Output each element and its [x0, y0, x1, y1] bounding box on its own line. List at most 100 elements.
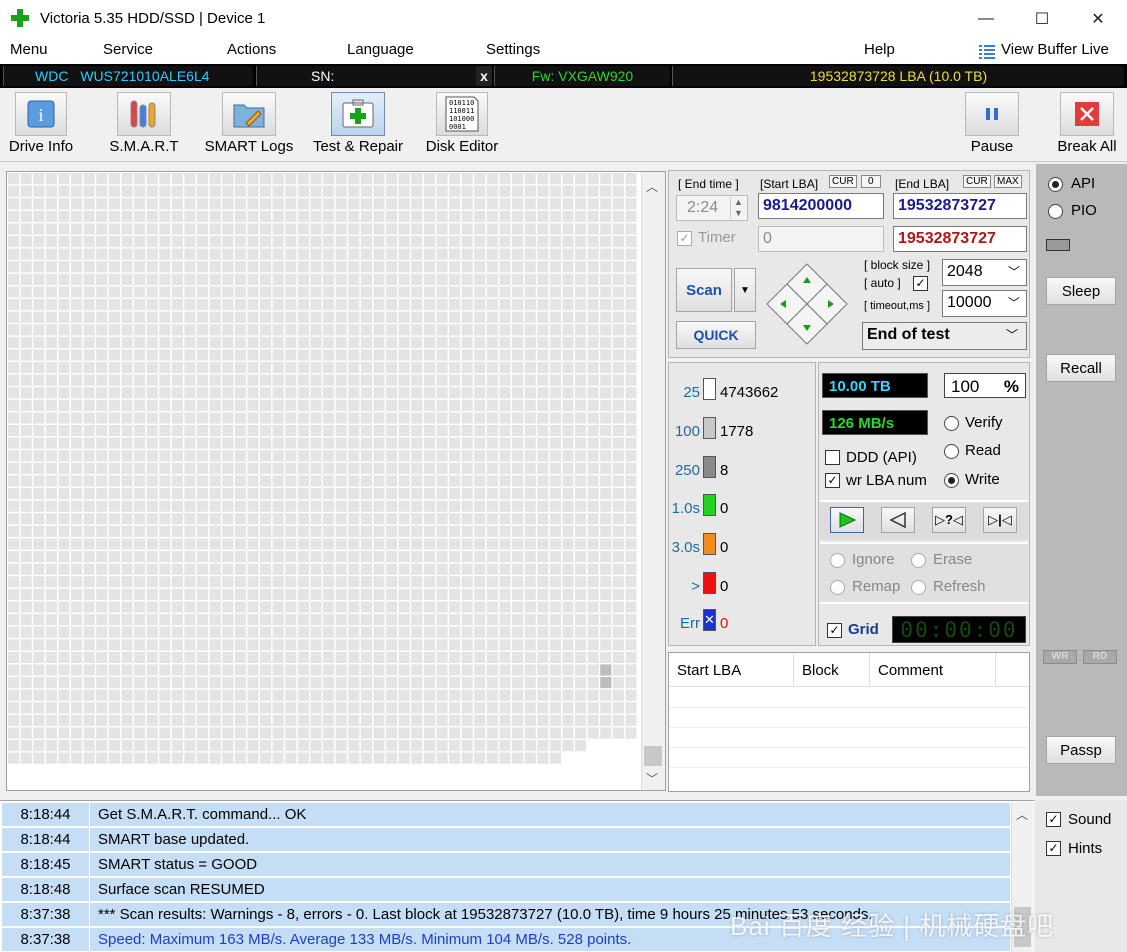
disk-editor-button[interactable]: 010110 110011 101000 0001 Disk Editor: [422, 92, 502, 158]
scan-block: [423, 185, 435, 197]
pio-radio[interactable]: [1048, 204, 1063, 219]
play-icon[interactable]: [830, 507, 864, 533]
hints-checkbox[interactable]: ✓: [1046, 841, 1061, 856]
scan-block: [587, 273, 599, 285]
test-repair-button[interactable]: Test & Repair: [310, 92, 406, 158]
menu-menu[interactable]: Menu: [10, 41, 48, 58]
scan-block: [272, 336, 284, 348]
grid-checkbox[interactable]: ✓: [827, 623, 842, 638]
scan-block: [335, 248, 347, 260]
scan-block: [549, 248, 561, 260]
scan-block: [423, 563, 435, 575]
scroll-up-icon[interactable]: ︿: [1016, 806, 1028, 823]
view-buffer-live[interactable]: View Buffer Live: [1001, 41, 1109, 58]
scroll-up-icon[interactable]: ︿: [646, 178, 658, 195]
erase-radio[interactable]: [911, 553, 926, 568]
end-lba-cur-button[interactable]: CUR: [963, 175, 991, 188]
scan-block: [121, 752, 133, 764]
end-lba-max-button[interactable]: MAX: [994, 175, 1022, 188]
scroll-down-icon[interactable]: ﹀: [646, 770, 658, 787]
passp-button[interactable]: Passp: [1046, 736, 1116, 764]
minimize-button[interactable]: —: [958, 0, 1014, 38]
drive-model-segment[interactable]: WDC WUS721010ALE6L4: [3, 66, 253, 86]
menu-help[interactable]: Help: [864, 41, 895, 58]
scan-block: [108, 236, 120, 248]
refresh-radio[interactable]: [911, 580, 926, 595]
timer-checkbox[interactable]: ✓: [677, 231, 692, 246]
drive-close-button[interactable]: x: [476, 66, 492, 86]
scan-block: [58, 273, 70, 285]
smart-button[interactable]: S.M.A.R.T: [104, 92, 184, 158]
block-size-select[interactable]: 2048 ﹀: [942, 259, 1027, 286]
drive-info-button[interactable]: i Drive Info: [6, 92, 76, 158]
pause-button[interactable]: Pause: [962, 92, 1022, 158]
scan-block: [612, 450, 624, 462]
maximize-button[interactable]: ☐: [1014, 0, 1070, 38]
direction-pad[interactable]: [764, 261, 850, 347]
seek-unknown-icon[interactable]: ▷?◁: [932, 507, 966, 533]
scan-block: [159, 538, 171, 550]
api-radio[interactable]: [1048, 177, 1063, 192]
scan-block: [33, 500, 45, 512]
scan-block: [499, 576, 511, 588]
remap-radio[interactable]: [830, 580, 845, 595]
legend-label: Err: [680, 615, 700, 632]
scan-block: [348, 236, 360, 248]
menu-language[interactable]: Language: [347, 41, 414, 58]
menu-settings[interactable]: Settings: [486, 41, 540, 58]
break-all-button[interactable]: Break All: [1055, 92, 1119, 158]
scan-block: [297, 614, 309, 626]
ddd-api-checkbox[interactable]: [825, 450, 840, 465]
scan-block: [474, 475, 486, 487]
scan-block: [411, 387, 423, 399]
scroll-thumb[interactable]: [644, 746, 662, 766]
close-button[interactable]: ✕: [1070, 0, 1126, 38]
start-lba-input[interactable]: 9814200000: [758, 193, 884, 219]
scan-block: [209, 576, 221, 588]
scan-dropdown-icon[interactable]: ▼: [734, 268, 756, 312]
scan-block: [335, 500, 347, 512]
col-start-lba[interactable]: Start LBA: [677, 662, 741, 679]
ignore-radio[interactable]: [830, 553, 845, 568]
wr-lba-checkbox[interactable]: ✓: [825, 473, 840, 488]
verify-radio[interactable]: [944, 416, 959, 431]
menu-actions[interactable]: Actions: [227, 41, 276, 58]
write-radio[interactable]: [944, 473, 959, 488]
col-comment[interactable]: Comment: [878, 662, 943, 679]
scan-block: [398, 614, 410, 626]
timer-input[interactable]: 0: [758, 226, 884, 252]
recall-button[interactable]: Recall: [1046, 354, 1116, 382]
scan-button[interactable]: Scan: [676, 268, 732, 312]
col-block[interactable]: Block: [802, 662, 839, 679]
start-lba-cur-button[interactable]: CUR: [829, 175, 857, 188]
timeout-select[interactable]: 10000 ﹀: [942, 290, 1027, 317]
scan-block: [171, 173, 183, 185]
scan-block: [411, 500, 423, 512]
start-lba-zero-button[interactable]: 0: [861, 175, 881, 188]
scan-block: [134, 362, 146, 374]
end-lba-input[interactable]: 19532873727: [893, 193, 1027, 219]
scan-block: [234, 324, 246, 336]
auto-checkbox[interactable]: ✓: [913, 276, 928, 291]
end-time-spinner[interactable]: ▲ ▼: [730, 197, 746, 219]
scan-block: [146, 425, 158, 437]
quick-button[interactable]: QUICK: [676, 321, 756, 349]
sleep-button[interactable]: Sleep: [1046, 277, 1116, 305]
scan-block: [58, 614, 70, 626]
scan-block: [121, 387, 133, 399]
scan-block: [310, 198, 322, 210]
smart-logs-button[interactable]: SMART Logs: [204, 92, 294, 158]
scan-block: [486, 626, 498, 638]
scan-block: [71, 462, 83, 474]
rewind-icon[interactable]: [881, 507, 915, 533]
scan-block: [209, 664, 221, 676]
scan-block: [323, 513, 335, 525]
scan-block: [360, 614, 372, 626]
sound-checkbox[interactable]: ✓: [1046, 812, 1061, 827]
seek-end-icon[interactable]: ▷|◁: [983, 507, 1017, 533]
menu-service[interactable]: Service: [103, 41, 153, 58]
scan-block: [285, 362, 297, 374]
end-action-select[interactable]: End of test ﹀: [862, 322, 1027, 350]
read-radio[interactable]: [944, 444, 959, 459]
grid-scrollbar[interactable]: ︿ ﹀: [641, 172, 665, 790]
